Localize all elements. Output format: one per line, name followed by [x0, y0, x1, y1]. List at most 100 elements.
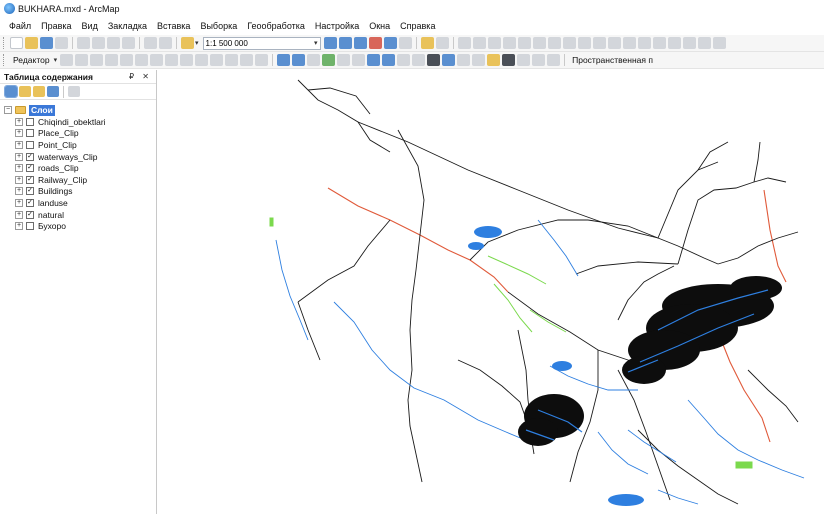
find-icon[interactable]	[502, 54, 516, 66]
sketch-props-icon[interactable]	[240, 54, 254, 66]
rotate-tool-icon[interactable]	[210, 54, 224, 66]
point-tool-icon[interactable]	[135, 54, 149, 66]
redo-icon[interactable]	[159, 37, 172, 49]
network-icon[interactable]	[622, 37, 636, 49]
cut-polygon-icon[interactable]	[502, 37, 516, 49]
trace-icon[interactable]	[637, 37, 651, 49]
layer-visibility-checkbox[interactable]	[26, 222, 34, 231]
split-tool-icon[interactable]	[195, 54, 209, 66]
map-display[interactable]	[158, 70, 824, 514]
layer-visibility-checkbox[interactable]: ✓	[26, 187, 34, 196]
cut-icon[interactable]	[77, 37, 90, 49]
layer-name[interactable]: Buildings	[38, 186, 73, 196]
measure-icon[interactable]	[652, 37, 666, 49]
layout-icon[interactable]	[697, 37, 711, 49]
search-window-icon[interactable]	[368, 37, 382, 49]
select-by-rectangle-icon[interactable]	[397, 54, 411, 66]
model-builder-icon[interactable]	[420, 37, 434, 49]
layer-row[interactable]: + ✓ natural	[0, 209, 156, 221]
expand-icon[interactable]: +	[15, 117, 23, 126]
pan-icon[interactable]	[307, 54, 321, 66]
editor-dropdown-icon[interactable]: ▾	[54, 56, 58, 64]
collapse-icon[interactable]: −	[4, 106, 12, 114]
edit-tool-icon[interactable]	[60, 54, 74, 66]
save-icon[interactable]	[40, 37, 53, 49]
layer-row[interactable]: + ✓ landuse	[0, 197, 156, 209]
edit-vertex-tool-icon[interactable]	[150, 54, 164, 66]
fixed-zoom-in-icon[interactable]	[337, 54, 351, 66]
layer-row[interactable]: + ✓ roads_Clip	[0, 162, 156, 174]
menu-bookmarks[interactable]: Закладка	[103, 21, 152, 31]
help-icon[interactable]	[435, 37, 449, 49]
layer-visibility-checkbox[interactable]: ✓	[26, 152, 34, 161]
paste-icon[interactable]	[107, 37, 120, 49]
chevron-down-icon[interactable]: ▾	[314, 38, 318, 49]
select-elements-icon[interactable]	[427, 54, 441, 66]
toolbar-grip[interactable]	[3, 37, 6, 49]
report-icon[interactable]	[682, 37, 696, 49]
expand-icon[interactable]: +	[15, 164, 23, 173]
layer-row[interactable]: + ✓ Railway_Clip	[0, 174, 156, 186]
add-data-dropdown-icon[interactable]: ▾	[195, 39, 199, 47]
data-frame-row[interactable]: − Слои	[0, 104, 156, 116]
attribute-table-icon[interactable]	[225, 54, 239, 66]
menu-geoprocessing[interactable]: Геообработка	[242, 21, 310, 31]
layer-name[interactable]: natural	[38, 210, 64, 220]
layer-visibility-checkbox[interactable]	[26, 117, 34, 126]
editor-toolbar-icon[interactable]	[323, 37, 337, 49]
layer-row[interactable]: + Point_Clip	[0, 139, 156, 151]
open-folder-icon[interactable]	[25, 37, 38, 49]
layer-row[interactable]: + Chiqindi_obektlari	[0, 116, 156, 128]
data-frame-label[interactable]: Слои	[29, 104, 55, 116]
cut-tool-icon[interactable]	[180, 54, 194, 66]
zoom-in-icon[interactable]	[277, 54, 291, 66]
layer-visibility-checkbox[interactable]: ✓	[26, 164, 34, 173]
expand-icon[interactable]: +	[15, 198, 23, 207]
layer-name[interactable]: Chiqindi_obektlari	[38, 117, 106, 127]
create-features-tool-icon[interactable]	[255, 54, 269, 66]
layer-visibility-checkbox[interactable]: ✓	[26, 210, 34, 219]
menu-customize[interactable]: Настройка	[310, 21, 364, 31]
new-document-icon[interactable]	[10, 37, 23, 49]
layer-name[interactable]: Point_Clip	[38, 140, 77, 150]
straight-segment-icon[interactable]	[90, 54, 104, 66]
layer-visibility-checkbox[interactable]	[26, 140, 34, 149]
arc-segment-icon[interactable]	[105, 54, 119, 66]
add-data-icon[interactable]	[181, 37, 194, 49]
expand-icon[interactable]: +	[15, 129, 23, 138]
snap-icon[interactable]	[592, 37, 606, 49]
list-by-source-icon[interactable]	[19, 86, 31, 97]
attributes-icon[interactable]	[547, 37, 561, 49]
layer-visibility-checkbox[interactable]: ✓	[26, 198, 34, 207]
menu-insert[interactable]: Вставка	[152, 21, 195, 31]
delete-icon[interactable]	[122, 37, 135, 49]
split-icon[interactable]	[517, 37, 531, 49]
graph-icon[interactable]	[667, 37, 681, 49]
edit-annotation-icon[interactable]	[75, 54, 89, 66]
expand-icon[interactable]: +	[15, 210, 23, 219]
topology-icon[interactable]	[607, 37, 621, 49]
table-of-contents-icon[interactable]	[338, 37, 352, 49]
menu-windows[interactable]: Окна	[364, 21, 395, 31]
toc-options-icon[interactable]	[68, 86, 80, 97]
layer-row[interactable]: + ✓ waterways_Clip	[0, 151, 156, 163]
layer-name[interactable]: landuse	[38, 198, 68, 208]
edit-vertices-icon[interactable]	[472, 37, 486, 49]
create-features-icon[interactable]	[577, 37, 591, 49]
menu-selection[interactable]: Выборка	[195, 21, 242, 31]
layer-name[interactable]: Place_Clip	[38, 128, 79, 138]
toc-pin-close-controls[interactable]: ₽ ✕	[129, 72, 152, 81]
time-slider-icon[interactable]	[547, 54, 561, 66]
zoom-out-icon[interactable]	[292, 54, 306, 66]
print-icon[interactable]	[55, 37, 68, 49]
forward-extent-icon[interactable]	[382, 54, 396, 66]
expand-icon[interactable]: +	[15, 152, 23, 161]
hyperlink-icon[interactable]	[457, 54, 471, 66]
layer-name[interactable]: Бухоро	[38, 221, 66, 231]
expand-icon[interactable]: +	[15, 222, 23, 231]
sketch-tool-icon[interactable]	[457, 37, 471, 49]
layer-visibility-checkbox[interactable]: ✓	[26, 175, 34, 184]
catalog-window-icon[interactable]	[353, 37, 367, 49]
reshape-icon[interactable]	[487, 37, 501, 49]
measure-tool-icon[interactable]	[487, 54, 501, 66]
